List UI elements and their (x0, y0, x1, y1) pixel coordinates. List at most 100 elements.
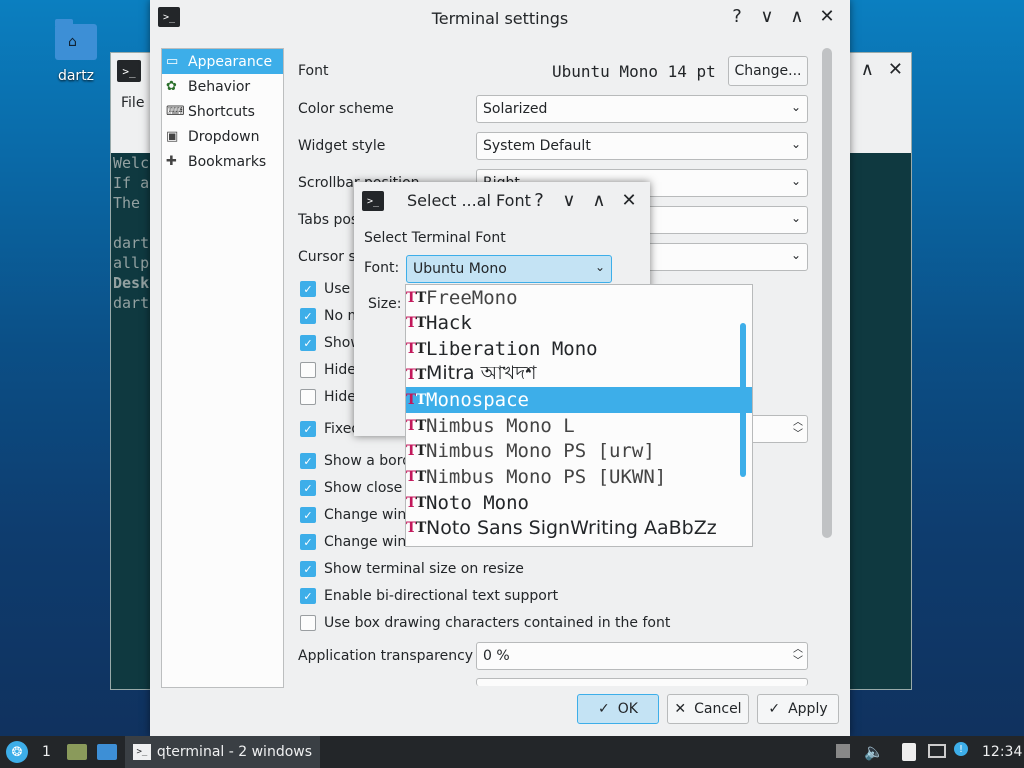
menu-file[interactable]: File (121, 95, 144, 111)
check-icon: ✓ (300, 480, 316, 496)
font-option-label: Mitra আখদশ (426, 361, 537, 384)
minimize-icon[interactable]: ∨ (554, 190, 584, 211)
font-option[interactable]: TT Noto Sans SignWriting AaBbZz (406, 515, 752, 541)
truetype-icon: TT (406, 468, 427, 485)
checkbox-bidi[interactable]: ✓ Enable bi-directional text support (300, 585, 558, 607)
clipboard-icon[interactable] (902, 743, 916, 761)
spin-arrows-icon[interactable]: ︿ ﹀ (793, 417, 803, 441)
maximize-icon[interactable]: ∧ (782, 6, 812, 27)
checkbox-use-l[interactable]: ✓ Use l (300, 278, 359, 300)
sidebar-item-bookmarks[interactable]: ✚ Bookmarks (162, 149, 283, 174)
window-controls: ∧ ✕ (847, 59, 903, 80)
sidebar-item-label: Appearance (188, 53, 273, 70)
desktop-folder-icon[interactable]: ⌂ dartz (52, 19, 100, 84)
close-icon[interactable]: ✕ (888, 59, 903, 80)
help-icon[interactable]: ? (722, 6, 752, 27)
font-select-label: Font: (364, 260, 400, 276)
checkbox-hide-2[interactable]: Hide (300, 386, 356, 408)
checkbox-show-terminal-size[interactable]: ✓ Show terminal size on resize (300, 558, 524, 580)
help-icon[interactable]: ? (524, 190, 554, 211)
checkbox-label: Use box drawing characters contained in … (324, 615, 671, 631)
ok-button[interactable]: ✓ OK (577, 694, 659, 724)
checkbox-change-window-title[interactable]: ✓ Change wind (300, 504, 415, 526)
checkbox-box-drawing[interactable]: Use box drawing characters contained in … (300, 612, 670, 634)
sidebar-item-dropdown[interactable]: ▣ Dropdown (162, 124, 283, 149)
font-option-label: Liberation Mono (426, 337, 598, 360)
check-icon: ✓ (300, 308, 316, 324)
truetype-icon: TT (406, 340, 427, 357)
color-scheme-value: Solarized (483, 101, 548, 117)
checkbox-no-m[interactable]: ✓ No m (300, 305, 361, 327)
check-icon: ✓ (300, 507, 316, 523)
update-notifier-icon[interactable]: ! (954, 742, 968, 756)
file-manager-icon[interactable] (66, 744, 87, 760)
sidebar-item-appearance[interactable]: ▭ Appearance (162, 49, 283, 74)
spin-arrows-icon[interactable]: ︿ ﹀ (793, 644, 803, 668)
minimize-icon[interactable]: ∨ (752, 6, 782, 27)
cancel-button[interactable]: ✕ Cancel (667, 694, 749, 724)
tray-up-icon[interactable] (836, 744, 850, 758)
dropdown-icon: ▣ (166, 129, 179, 144)
checkbox-show-border[interactable]: ✓ Show a bord (300, 450, 411, 472)
app-menu-icon[interactable]: ❂ (6, 741, 28, 763)
font-dropdown-list[interactable]: TT FreeMono TT Hack TT Liberation Mono TT Mi… (405, 284, 753, 547)
chevron-down-icon: ⌄ (790, 174, 801, 188)
widget-style-select[interactable]: System Default ⌄ (476, 132, 808, 160)
gear-icon: ✿ (166, 79, 177, 94)
close-icon[interactable]: ✕ (614, 190, 644, 211)
clock[interactable]: 12:34 (982, 744, 1022, 760)
terminal-icon: >_ (117, 60, 141, 82)
font-dialog-title: Select ...al Font (407, 191, 531, 210)
sidebar-item-shortcuts[interactable]: ⌨ Shortcuts (162, 99, 283, 124)
truetype-icon: TT (406, 417, 427, 434)
maximize-icon[interactable]: ∧ (584, 190, 614, 211)
settings-sidebar: ▭ Appearance ✿ Behavior ⌨ Shortcuts ▣ Dropdo… (161, 48, 284, 688)
close-icon: ✕ (674, 701, 687, 717)
checkbox-box (300, 389, 316, 405)
color-scheme-select[interactable]: Solarized ⌄ (476, 95, 808, 123)
font-option[interactable]: TT Nimbus Mono PS [UKWN] (406, 464, 752, 490)
desktop-switcher[interactable]: 1 (42, 744, 51, 760)
home-icon: ⌂ (68, 34, 77, 50)
font-option[interactable]: TT Nimbus Mono L (406, 413, 752, 439)
font-option[interactable]: TT Noto Mono (406, 490, 752, 516)
chevron-down-icon: ⌄ (790, 211, 801, 225)
apply-button[interactable]: ✓ Apply (757, 694, 839, 724)
font-option[interactable]: TT Mitra আখদশ (406, 362, 752, 388)
font-option-selected[interactable]: TT Monospace (406, 387, 752, 413)
font-option-label: Hack (426, 312, 472, 335)
font-option[interactable]: TT Liberation Mono (406, 336, 752, 362)
network-icon[interactable] (928, 744, 946, 758)
minimize-icon[interactable]: ∧ (861, 59, 874, 80)
checkbox-show[interactable]: ✓ Show (300, 332, 362, 354)
settings-scrollbar[interactable] (822, 48, 832, 538)
checkbox-fixed[interactable]: ✓ Fixed (300, 418, 360, 440)
checkbox-hide-1[interactable]: Hide (300, 359, 356, 381)
font-option-label: Noto Sans SignWriting AaBbZz (426, 517, 717, 540)
chevron-down-icon: ⌄ (594, 260, 605, 274)
color-scheme-label: Color scheme (298, 101, 394, 117)
sidebar-item-label: Dropdown (188, 128, 260, 145)
volume-icon[interactable]: 🔈 (864, 742, 884, 761)
font-option[interactable]: TT FreeMono (406, 285, 752, 311)
font-dialog-titlebar[interactable]: >_ Select ...al Font ? ∨ ∧ ✕ (354, 182, 650, 218)
widget-style-label: Widget style (298, 138, 386, 154)
font-select[interactable]: Ubuntu Mono ⌄ (406, 255, 612, 283)
close-icon[interactable]: ✕ (812, 6, 842, 27)
cancel-label: Cancel (694, 701, 742, 717)
checkbox-show-close[interactable]: ✓ Show close b (300, 477, 416, 499)
task-qterminal[interactable]: >_ qterminal - 2 windows (124, 736, 321, 768)
show-desktop-icon[interactable] (96, 744, 117, 760)
apply-label: Apply (788, 701, 828, 717)
checkbox-label: Enable bi-directional text support (324, 588, 559, 604)
truetype-icon: TT (406, 494, 427, 511)
transparency-spinbox[interactable]: 0 % ︿ ﹀ (476, 642, 808, 670)
font-select-value: Ubuntu Mono (413, 261, 507, 277)
font-option[interactable]: TT Hack (406, 311, 752, 337)
change-font-button[interactable]: Change... (728, 56, 808, 86)
dropdown-scrollbar[interactable] (740, 323, 746, 477)
cursor-shape-label: Cursor s (298, 249, 356, 265)
dialog-titlebar[interactable]: >_ Terminal settings ? ∨ ∧ ✕ (150, 0, 850, 36)
font-option[interactable]: TT Nimbus Mono PS [urw] (406, 439, 752, 465)
sidebar-item-behavior[interactable]: ✿ Behavior (162, 74, 283, 99)
